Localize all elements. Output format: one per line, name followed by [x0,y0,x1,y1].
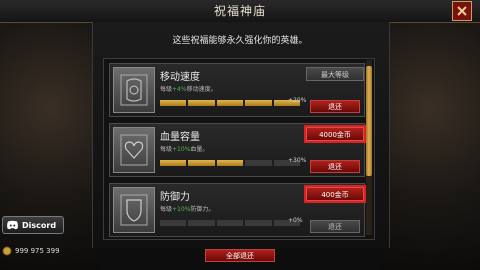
level-segment [245,100,272,106]
level-bar [160,160,301,166]
max-level-button[interactable]: 最大等级 [306,67,364,81]
blessing-card-speed: 移动速度 每级+4%移动速度。 +20% 最大等级 退还 [109,63,365,117]
header-bar: 祝福神庙 [0,0,480,23]
gold-coin-icon [2,246,12,256]
blessing-name: 血量容量 [160,132,200,143]
close-button[interactable] [452,1,472,21]
level-segment [160,220,187,226]
refund-button[interactable]: 退还 [310,100,360,113]
blessing-card-defense: 防御力 每级+10%防御力。 +0% 400金币 退还 [109,183,366,237]
blessing-icon [113,187,155,233]
blessing-desc: 每级+4%移动速度。 [160,86,217,93]
blessing-name: 移动速度 [160,72,200,83]
discord-label: Discord [22,220,57,230]
subtitle: 这些祝福能够永久强化你的英雄。 [172,36,308,46]
blessing-list[interactable]: 移动速度 每级+4%移动速度。 +20% 最大等级 退还 血量容量 每级+10%… [103,58,375,240]
shield-stone-icon [120,194,148,226]
upgrade-button[interactable]: 4000金币 [304,125,366,143]
level-segment [245,220,272,226]
level-percent: +30% [288,157,307,164]
level-percent: +20% [288,97,307,104]
level-segment [160,160,187,166]
upgrade-button[interactable]: 400金币 [304,185,366,203]
level-percent: +0% [288,217,303,224]
level-segment [188,220,215,226]
heart-stone-icon [120,134,148,166]
scrollbar[interactable] [366,60,372,235]
level-bar [160,220,301,226]
blessing-icon [113,67,155,113]
level-segment [216,100,244,106]
level-segment [160,100,187,106]
scroll-thumb[interactable] [366,66,372,176]
refund-button-disabled[interactable]: 退还 [310,220,360,233]
refund-all-button[interactable]: 全部退还 [205,249,275,262]
blessing-card-health: 血量容量 每级+10%血量。 +30% 4000金币 退还 [109,123,366,177]
level-segment [216,160,244,166]
refund-button[interactable]: 退还 [310,160,360,173]
blessing-icon [113,127,155,173]
level-bar [160,100,301,106]
blessing-desc: 每级+10%血量。 [160,146,209,153]
level-segment [188,160,215,166]
discord-icon [7,220,18,230]
page-title: 祝福神庙 [213,4,266,18]
level-segment [245,160,272,166]
blessing-desc: 每级+10%防御力。 [160,206,215,213]
blessing-name: 防御力 [160,192,190,203]
gold-counter: 999 975 399 [2,244,70,258]
carved-stone-icon [120,74,148,106]
level-segment [216,220,244,226]
discord-button[interactable]: Discord [2,216,64,234]
close-icon [457,6,467,16]
level-segment [188,100,215,106]
gold-amount: 999 975 399 [15,247,60,255]
